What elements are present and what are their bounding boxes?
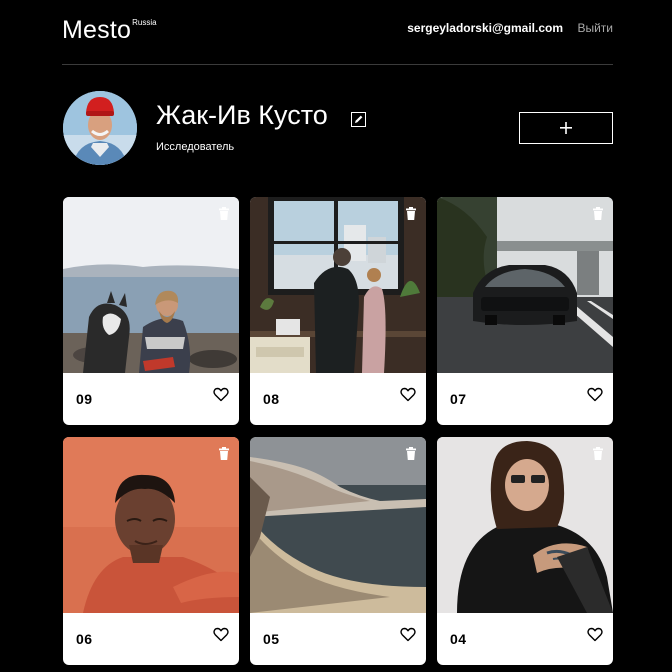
card: 08 [250, 197, 426, 425]
card: 05 [250, 437, 426, 665]
card-image[interactable] [250, 197, 426, 373]
card-title: 06 [76, 631, 93, 647]
user-email: sergeyladorski@gmail.com [407, 21, 563, 35]
heart-icon[interactable] [587, 387, 603, 402]
trash-icon[interactable] [405, 207, 417, 220]
card: 04 [437, 437, 613, 665]
card: 06 [63, 437, 239, 665]
card: 07 [437, 197, 613, 425]
heart-icon[interactable] [587, 627, 603, 642]
card-title: 09 [76, 391, 93, 407]
logo-text: Mesto [62, 16, 132, 44]
card-title: 04 [450, 631, 467, 647]
heart-icon[interactable] [213, 627, 229, 642]
card: 09 [63, 197, 239, 425]
trash-icon[interactable] [592, 207, 604, 220]
pencil-icon [355, 115, 363, 123]
heart-icon[interactable] [400, 627, 416, 642]
trash-icon[interactable] [218, 447, 230, 460]
trash-icon[interactable] [592, 447, 604, 460]
avatar[interactable] [63, 91, 137, 165]
card-image[interactable] [63, 437, 239, 613]
trash-icon[interactable] [218, 207, 230, 220]
cards-grid: 09 08 07 06 05 04 [63, 197, 613, 665]
logo[interactable]: Mesto Russia [62, 15, 157, 45]
card-image[interactable] [63, 197, 239, 373]
trash-icon[interactable] [405, 447, 417, 460]
profile-about: Исследователь [156, 141, 235, 153]
logo-region: Russia [132, 18, 157, 27]
profile-name: Жак-Ив Кусто [156, 100, 328, 130]
card-title: 07 [450, 391, 467, 407]
heart-icon[interactable] [400, 387, 416, 402]
profile: Жак-Ив Кусто Исследователь [62, 90, 613, 168]
edit-profile-button[interactable] [351, 112, 366, 127]
card-image[interactable] [437, 197, 613, 373]
card-title: 05 [263, 631, 280, 647]
logout-link[interactable]: Выйти [577, 21, 613, 35]
plus-icon [560, 122, 572, 134]
heart-icon[interactable] [213, 387, 229, 402]
card-image[interactable] [250, 437, 426, 613]
card-title: 08 [263, 391, 280, 407]
header: Mesto Russia sergeyladorski@gmail.com Вы… [62, 0, 613, 65]
card-image[interactable] [437, 437, 613, 613]
add-card-button[interactable] [519, 112, 613, 144]
